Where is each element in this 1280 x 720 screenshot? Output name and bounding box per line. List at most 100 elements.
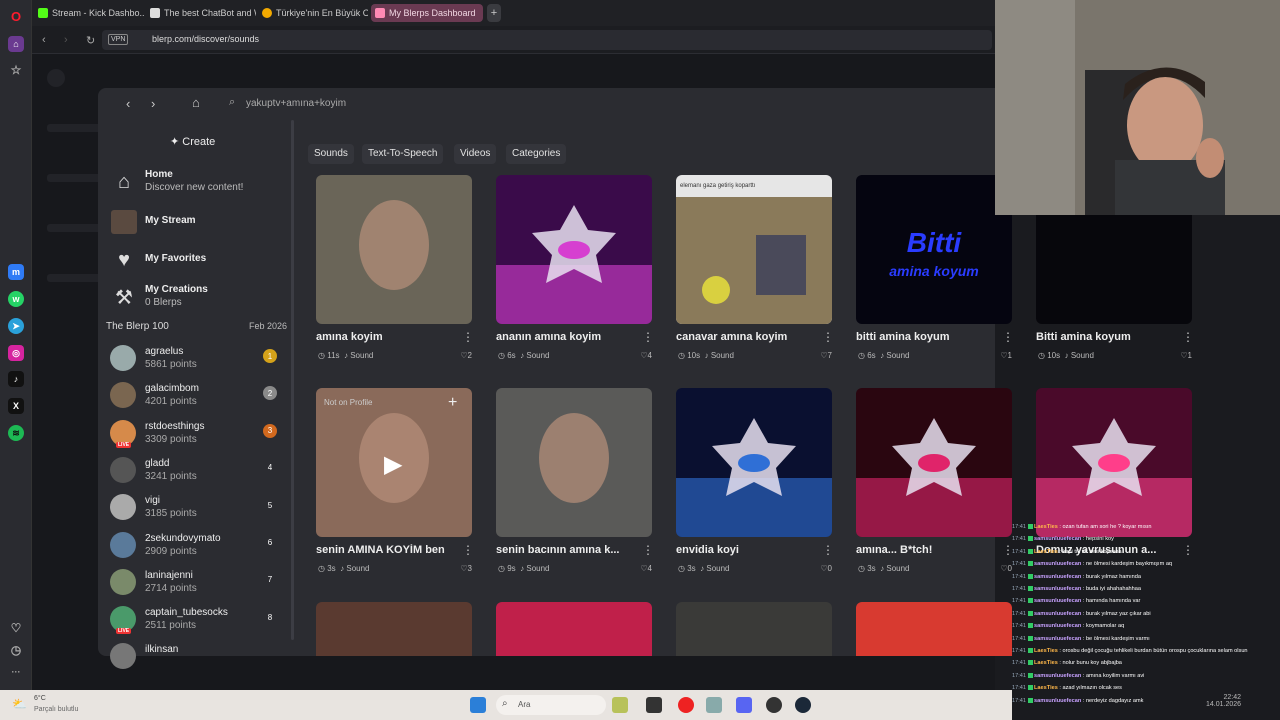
kebab-menu-icon[interactable]: ⋮	[642, 543, 654, 557]
sidebar-item-my-creations[interactable]: ⚒ My Creations 0 Blerps	[98, 279, 294, 315]
sound-card[interactable]: elemanı gaza getiriş koparttı canavar amı…	[676, 175, 834, 375]
like-count[interactable]: ♡4	[640, 351, 652, 360]
add-icon[interactable]: +	[448, 394, 457, 412]
kebab-menu-icon[interactable]: ⋮	[822, 330, 834, 344]
discord-icon[interactable]	[736, 697, 752, 713]
history-icon[interactable]: ◷	[8, 642, 24, 658]
leaderboard-entry[interactable]: laninajenni 2714 points 7	[98, 566, 294, 603]
leaderboard-entry[interactable]: gladd 3241 points 4	[98, 454, 294, 491]
filter-chip-tts[interactable]: Text-To-Speech	[362, 144, 444, 164]
card-title[interactable]: bitti amina koyum	[856, 331, 991, 343]
settings-icon[interactable]	[706, 697, 722, 713]
card-title[interactable]: senin bacının amına k...	[496, 544, 631, 556]
filter-chip-videos[interactable]: Videos	[454, 144, 497, 164]
leaderboard-entry[interactable]: ilkinsan	[98, 640, 294, 677]
fruit-widget-icon[interactable]	[612, 697, 628, 713]
home-icon[interactable]: ⌂	[192, 95, 200, 110]
vpn-badge[interactable]: VPN	[108, 34, 129, 45]
kebab-menu-icon[interactable]: ⋮	[822, 543, 834, 557]
card-thumbnail[interactable]: Not on Profile + ▶	[316, 388, 472, 537]
play-icon[interactable]: ▶	[384, 450, 402, 479]
card-title[interactable]: amına... B*tch!	[856, 544, 991, 556]
like-count[interactable]: ♡0	[1000, 564, 1012, 573]
card-title[interactable]: canavar amına koyim	[676, 331, 811, 343]
like-count[interactable]: ♡7	[820, 351, 832, 360]
card-thumbnail-partial[interactable]	[316, 602, 472, 656]
card-title[interactable]: envidia koyi	[676, 544, 811, 556]
whatsapp-icon[interactable]: w	[8, 291, 24, 307]
filter-chip-categories[interactable]: Categories	[506, 144, 567, 164]
opera-logo-icon[interactable]: O	[8, 8, 24, 24]
tab-chatbot[interactable]: The best ChatBot and Wi...	[146, 4, 256, 22]
kebab-menu-icon[interactable]: ⋮	[1002, 330, 1014, 344]
telegram-icon[interactable]: ➤	[8, 318, 24, 334]
forward-arrow-icon[interactable]: ›	[151, 96, 155, 111]
tab-blerp[interactable]: My Blerps Dashboard	[371, 4, 483, 22]
sidebar-item-my-favorites[interactable]: ♥ My Favorites	[98, 242, 294, 278]
card-title[interactable]: Bitti amina koyum	[1036, 331, 1171, 343]
card-title[interactable]: senin AMINA KOYİM ben	[316, 544, 451, 556]
leaderboard-entry[interactable]: LIVE captain_tubesocks 2511 points 8	[98, 603, 294, 640]
kebab-menu-icon[interactable]: ⋮	[462, 330, 474, 344]
sound-card[interactable]: envidia koyi ⋮ ◷ 3s ♪ Sound ♡0	[676, 388, 834, 588]
sound-card[interactable]: amına koyim ⋮ ◷ 11s ♪ Sound ♡2	[316, 175, 474, 375]
leaderboard-entry[interactable]: agraelus 5861 points 1	[98, 342, 294, 379]
sidebar-item-home[interactable]: ⌂ Home Discover new content!	[98, 164, 294, 200]
sound-card[interactable]: amına... B*tch! ⋮ ◷ 3s ♪ Sound ♡0	[856, 388, 1014, 588]
sound-card[interactable]: Bitti amina koyum bitti amina koyum ⋮ ◷ 6s ♪…	[856, 175, 1014, 375]
kebab-menu-icon[interactable]: ⋮	[1182, 330, 1194, 344]
tab-turkiye[interactable]: Türkiye'nin En Büyük Oyun...	[258, 4, 368, 22]
home-workspace-icon[interactable]: ⌂	[8, 36, 24, 52]
card-thumbnail[interactable]	[496, 175, 652, 324]
like-count[interactable]: ♡0	[820, 564, 832, 573]
card-thumbnail[interactable]	[316, 175, 472, 324]
x-icon[interactable]: X	[8, 398, 24, 414]
create-button[interactable]: ✦ Create	[170, 135, 215, 148]
like-count[interactable]: ♡4	[640, 564, 652, 573]
sidebar-item-my-stream[interactable]: My Stream	[98, 204, 294, 240]
start-icon[interactable]	[470, 697, 486, 713]
back-icon[interactable]: ‹	[42, 34, 46, 46]
card-thumbnail[interactable]: elemanı gaza getiriş koparttı	[676, 175, 832, 324]
card-thumbnail-partial[interactable]	[856, 602, 1012, 656]
card-thumbnail[interactable]: Bitti amina koyum	[856, 175, 1012, 324]
sidebar-scrollbar[interactable]	[291, 120, 294, 640]
star-icon[interactable]: ☆	[8, 62, 24, 78]
like-count[interactable]: ♡1	[1000, 351, 1012, 360]
sound-card[interactable]: senin bacının amına k... ⋮ ◷ 9s ♪ Sound ♡4	[496, 388, 654, 588]
card-thumbnail[interactable]	[1036, 388, 1192, 537]
weather-icon[interactable]: ⛅	[12, 697, 27, 711]
card-title[interactable]: ananın amına koyim	[496, 331, 631, 343]
new-tab-button[interactable]: +	[487, 4, 501, 22]
card-thumbnail-partial[interactable]	[676, 602, 832, 656]
card-thumbnail[interactable]	[856, 388, 1012, 537]
kebab-menu-icon[interactable]: ⋮	[462, 543, 474, 557]
back-arrow-icon[interactable]: ‹	[126, 96, 130, 111]
opera-icon[interactable]	[678, 697, 694, 713]
clock[interactable]: 22:42 14.01.2026	[1206, 694, 1241, 708]
instagram-icon[interactable]: ◎	[8, 345, 24, 361]
forward-icon[interactable]: ›	[64, 34, 68, 46]
leaderboard-entry[interactable]: vigi 3185 points 5	[98, 491, 294, 528]
tiktok-icon[interactable]: ♪	[8, 371, 24, 387]
leaderboard-entry[interactable]: LIVE rstdoesthings 3309 points 3	[98, 417, 294, 454]
filter-chip-sounds[interactable]: Sounds	[308, 144, 354, 164]
more-icon[interactable]: ···	[8, 664, 24, 680]
steam-icon[interactable]	[795, 697, 811, 713]
obs-icon[interactable]	[766, 697, 782, 713]
url-field[interactable]: VPN blerp.com/discover/sounds	[102, 30, 992, 50]
spotify-icon[interactable]: ≋	[8, 425, 24, 441]
sound-card[interactable]: ananın amına koyim ⋮ ◷ 6s ♪ Sound ♡4	[496, 175, 654, 375]
kebab-menu-icon[interactable]: ⋮	[642, 330, 654, 344]
messenger-icon[interactable]: m	[8, 264, 24, 280]
leaderboard-entry[interactable]: 2sekundovymato 2909 points 6	[98, 529, 294, 566]
like-count[interactable]: ♡3	[460, 564, 472, 573]
reload-icon[interactable]: ↻	[86, 34, 95, 47]
leaderboard-entry[interactable]: galacimbom 4201 points 2	[98, 379, 294, 416]
terminal-icon[interactable]	[646, 697, 662, 713]
card-thumbnail[interactable]	[496, 388, 652, 537]
like-count[interactable]: ♡2	[460, 351, 472, 360]
tab-kick[interactable]: Stream - Kick Dashbo...	[34, 4, 144, 22]
search-input[interactable]: yakuptv+amına+koyim	[246, 98, 346, 109]
card-thumbnail-partial[interactable]	[496, 602, 652, 656]
